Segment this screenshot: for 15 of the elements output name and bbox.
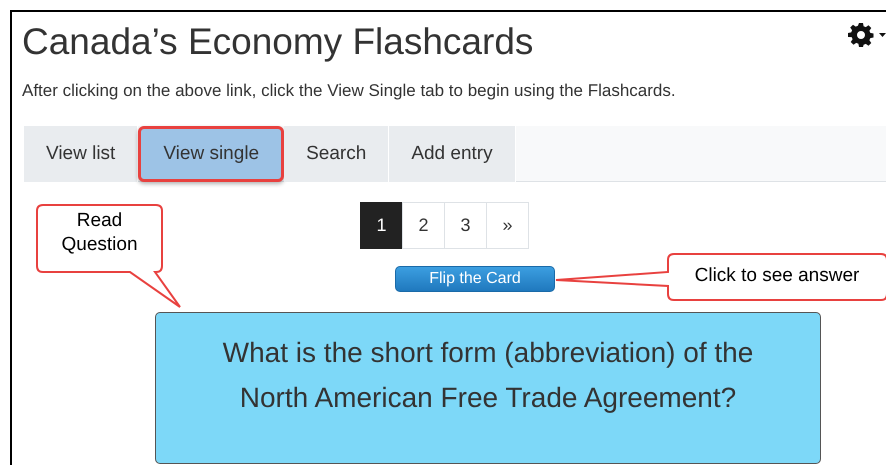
page-link[interactable]: 2: [402, 202, 445, 249]
gear-icon[interactable]: [848, 22, 886, 48]
page-link[interactable]: »: [486, 202, 529, 249]
tab[interactable]: View list: [24, 126, 138, 182]
tab[interactable]: View single: [138, 126, 284, 182]
callout-text: Read Question: [60, 209, 139, 256]
tab[interactable]: Add entry: [389, 126, 516, 182]
flip-button[interactable]: Flip the Card: [395, 266, 555, 292]
intro-text: After clicking on the above link, click the View Single tab to begin using the Flashcards.: [22, 80, 677, 102]
tab[interactable]: Search: [284, 126, 390, 182]
page-link[interactable]: 1: [360, 202, 403, 249]
callout-text: Click to see answer: [694, 264, 860, 288]
question-card: What is the short form (abbreviation) of the North American Free Trade Agreement?: [155, 312, 821, 464]
page-link[interactable]: 3: [444, 202, 487, 249]
page-title: Canada’s Economy Flashcards: [22, 20, 534, 64]
